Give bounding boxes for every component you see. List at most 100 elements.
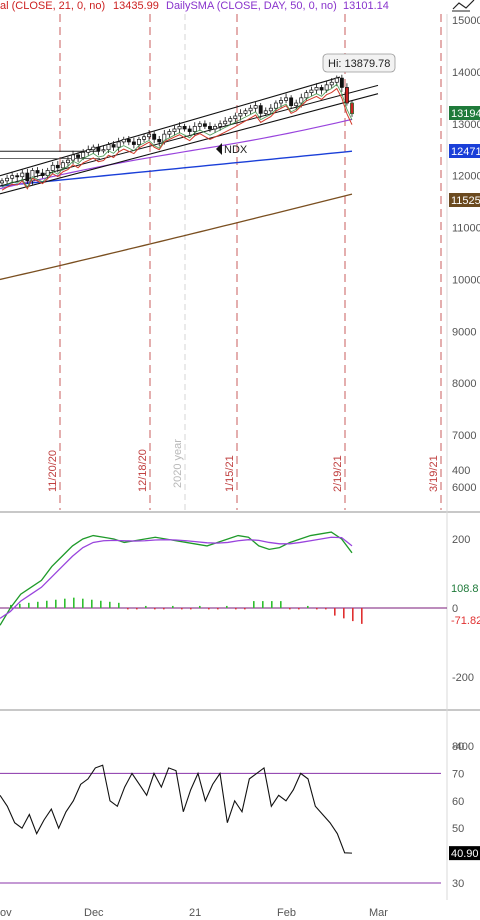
macd-histogram-bar	[316, 608, 318, 610]
macd-histogram-bar	[73, 597, 75, 608]
rsi-badge-text: 40.90	[451, 848, 479, 860]
price-badge-text: 12471	[451, 146, 480, 158]
macd-signal-line	[0, 536, 353, 619]
header-bar: al (CLOSE, 21, 0, no) 13435.99 DailySMA …	[0, 0, 389, 12]
trendline-tool-icon[interactable]	[452, 0, 475, 12]
candle-body	[268, 107, 273, 112]
macd-histogram-bar	[118, 602, 120, 608]
macd-histogram-bar	[253, 601, 255, 608]
candle-body	[106, 144, 111, 151]
macd-tick-label: 200	[452, 534, 470, 546]
sma-200-line	[0, 193, 353, 281]
candle-body	[25, 172, 30, 182]
candle-body	[314, 87, 319, 91]
macd-histogram-bar	[226, 605, 228, 608]
candle-body	[273, 102, 278, 109]
candle-body	[324, 84, 329, 91]
macd-histogram-bar	[307, 605, 309, 608]
candle-body	[126, 138, 131, 143]
price-badge-text: 13194	[451, 108, 480, 120]
rsi-tick-label: 70	[452, 768, 464, 780]
price-tick-label: 14000	[452, 67, 480, 79]
x-label-nov: ov	[0, 907, 12, 919]
candle-body	[55, 164, 60, 169]
high-callout-text: Hi: 13879.78	[328, 58, 390, 70]
symbol-label: NDX	[224, 144, 248, 156]
candle-body	[248, 107, 253, 112]
candle-body	[10, 175, 15, 179]
candle-body	[223, 120, 228, 125]
candle-body	[20, 172, 25, 178]
price-tick-label: 9000	[452, 326, 476, 338]
study2-label: DailySMA (CLOSE, DAY, 50, 0, no)	[166, 0, 337, 12]
symbol-pointer-icon	[216, 143, 222, 155]
candle-body	[96, 146, 101, 152]
macd-histogram-bar	[46, 600, 48, 608]
price-tick-label: 13000	[452, 119, 480, 131]
candle-body	[284, 97, 289, 101]
candle-body	[197, 123, 202, 127]
macd-histogram-bar	[55, 599, 57, 608]
macd-histogram-bar	[289, 608, 291, 610]
macd-histogram-bar	[172, 605, 174, 608]
macd-histogram-bar	[190, 608, 192, 610]
price-badge-text: 11525	[451, 195, 480, 207]
candle-body	[142, 136, 146, 140]
candle-body	[263, 110, 268, 114]
candle-body	[152, 133, 157, 140]
candle-body	[71, 154, 75, 161]
x-label-21: 21	[189, 907, 201, 919]
candle-body	[289, 97, 294, 106]
macd-line	[0, 531, 353, 626]
candle-body	[294, 102, 299, 106]
rsi-tick-label: 30	[452, 878, 464, 890]
candle-body	[208, 126, 212, 130]
price-tick-label: 6000	[452, 482, 476, 494]
macd-histogram-bar	[136, 608, 138, 610]
candle-body	[111, 144, 116, 148]
macd-tick-label: 0	[452, 603, 458, 615]
macd-histogram-bar	[181, 608, 183, 610]
date-marker-label: 2/19/21	[332, 455, 344, 492]
candle-body	[121, 138, 126, 143]
macd-histogram-bar	[361, 608, 363, 624]
rsi-tick-label: 50	[452, 823, 464, 835]
price-tick-label: 12000	[452, 171, 480, 183]
candle-body	[5, 177, 10, 182]
macd-histogram-bar	[208, 608, 210, 610]
macd-badge-text: 108.8	[451, 583, 479, 595]
date-marker-label: 3/19/21	[428, 455, 440, 492]
macd-histogram-bar	[352, 608, 354, 622]
candle-body	[81, 151, 86, 158]
macd-histogram-bar	[82, 598, 84, 608]
candle-body	[147, 133, 152, 138]
candle-body	[172, 128, 177, 132]
macd-histogram-bar	[199, 605, 201, 608]
date-marker-label: 2020 year	[172, 439, 184, 488]
channel-mid	[0, 84, 379, 187]
price-panel: 15000 14000 13000 12000 11000 10000 9000 8000 70…	[0, 14, 480, 510]
candle-body	[157, 138, 162, 143]
rsi-line	[0, 764, 353, 854]
candle-body	[334, 77, 339, 83]
macd-histogram-bar	[217, 608, 219, 610]
candle-body	[116, 141, 121, 148]
candle-body	[101, 149, 106, 152]
price-tick-label: 7000	[452, 430, 476, 442]
macd-histogram-bar	[37, 601, 39, 608]
candle-body	[243, 110, 248, 114]
candle-body	[167, 131, 172, 135]
candle-body	[177, 126, 182, 130]
date-marker-label: 11/20/20	[47, 450, 59, 492]
macd-histogram-bar	[334, 608, 336, 616]
macd-histogram-bar	[298, 608, 300, 610]
study2-value: 13101.14	[343, 0, 389, 12]
macd-tick-label: -200	[452, 672, 474, 684]
candle-body	[76, 154, 81, 158]
candle-body	[202, 123, 207, 127]
macd-histogram-bar	[271, 601, 273, 608]
date-marker-label: 12/18/20	[137, 449, 149, 492]
macd-histogram-bar	[325, 608, 327, 610]
macd-histogram-bar	[100, 600, 102, 608]
candle-body	[187, 128, 192, 132]
